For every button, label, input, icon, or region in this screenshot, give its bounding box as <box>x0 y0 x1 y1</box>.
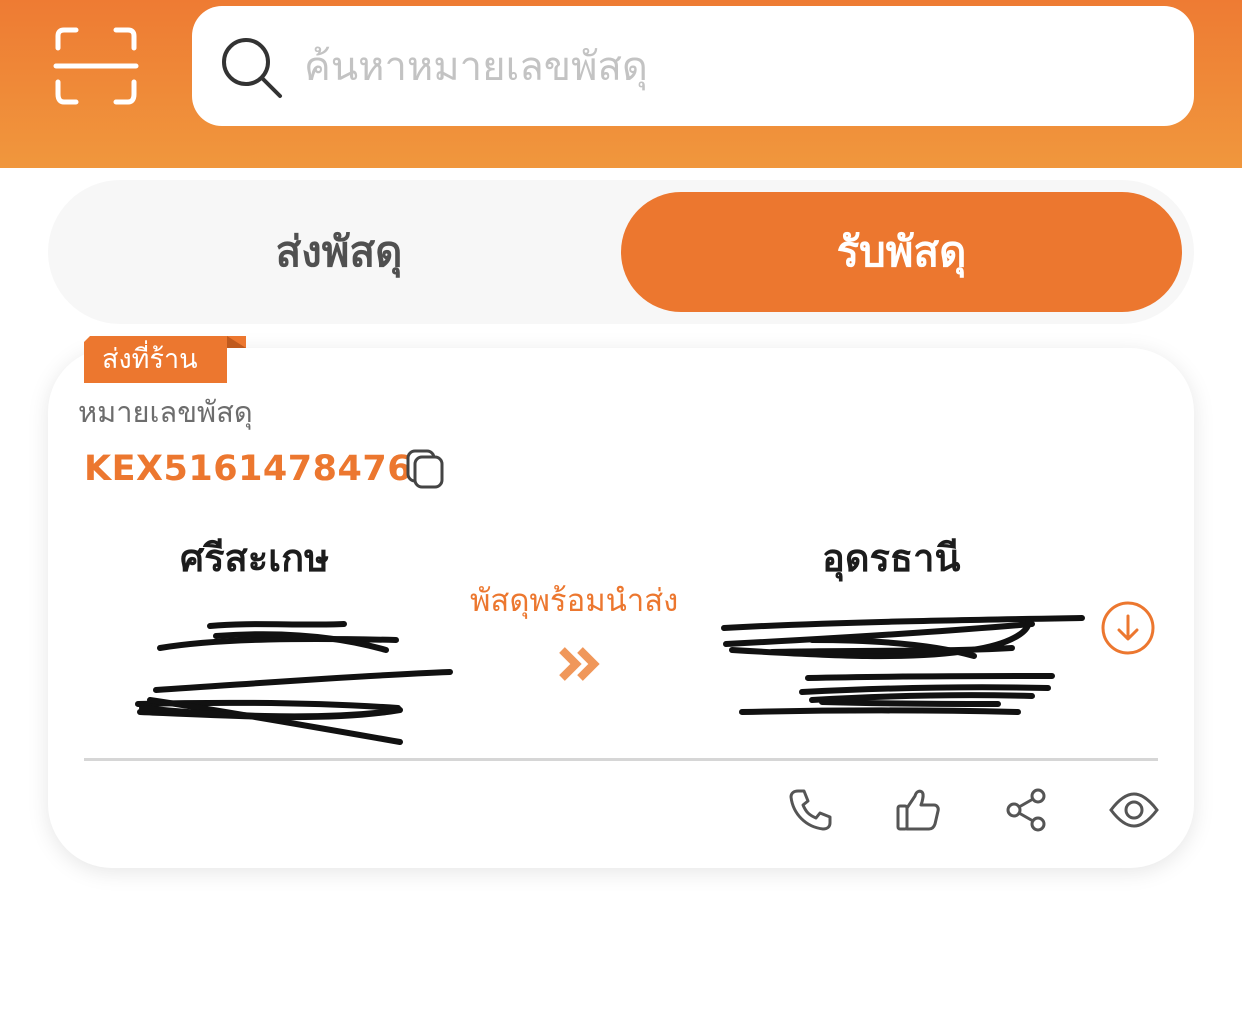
scan-icon <box>53 27 139 105</box>
origin-city: ศรีสะเกษ <box>180 536 330 580</box>
destination-city: อุดรธานี <box>822 536 961 580</box>
phone-icon[interactable] <box>786 786 834 834</box>
tab-receive-parcel[interactable]: รับพัสดุ <box>621 192 1182 312</box>
badge-label: ส่งที่ร้าน <box>102 344 198 375</box>
redacted-recipient-info <box>721 615 1085 715</box>
tracking-number: KEX51614784761 <box>84 449 437 489</box>
tab-send-parcel[interactable]: ส่งพัสดุ <box>64 192 614 312</box>
share-icon[interactable] <box>1002 786 1050 834</box>
scan-button[interactable] <box>52 24 140 108</box>
card-divider <box>84 758 1158 761</box>
redacted-sender-info <box>135 621 453 745</box>
thumbs-up-icon[interactable] <box>894 786 942 834</box>
delivery-status: พัสดุพร้อมนำส่ง <box>470 583 679 619</box>
copy-icon[interactable] <box>404 448 446 490</box>
tab-switcher: ส่งพัสดุ รับพัสดุ <box>48 180 1194 324</box>
expand-details-icon[interactable] <box>1100 600 1156 656</box>
eye-icon[interactable] <box>1108 786 1160 834</box>
tracking-label: หมายเลขพัสดุ <box>78 395 253 429</box>
search-icon <box>222 38 282 98</box>
search-input[interactable] <box>302 30 1166 104</box>
double-chevron-right-icon <box>559 647 600 681</box>
